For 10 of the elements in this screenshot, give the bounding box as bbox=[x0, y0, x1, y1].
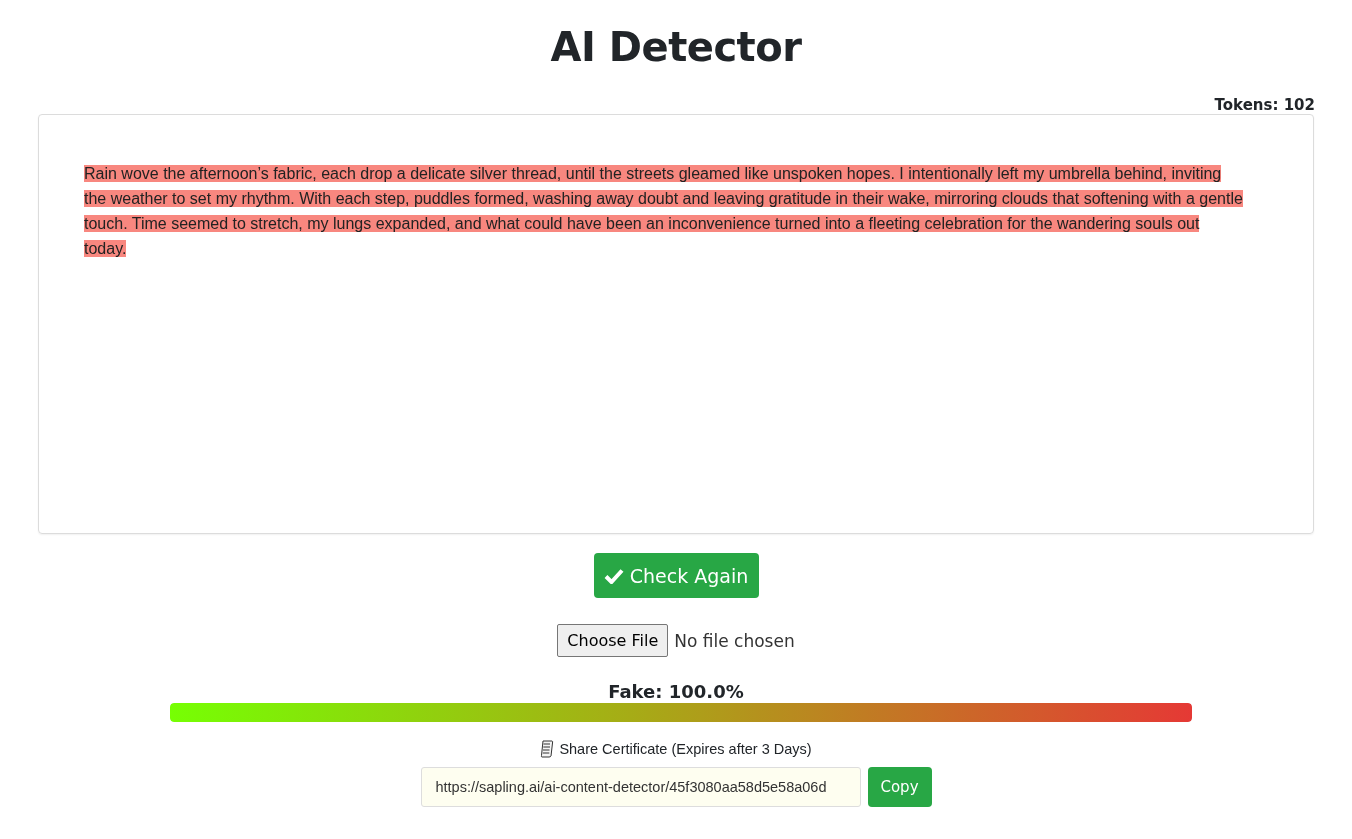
token-count: Tokens: 102 bbox=[1214, 96, 1315, 114]
url-field[interactable]: https://sapling.ai/ai-content-detector/45f3080aa58d5e58a06d bbox=[420, 767, 861, 807]
page-title: AI Detector bbox=[550, 23, 802, 72]
check-icon bbox=[603, 567, 624, 584]
choose-file-button[interactable]: Choose File bbox=[557, 624, 669, 657]
text-area[interactable] bbox=[38, 114, 1314, 534]
score-label: Fake: 100.0% bbox=[608, 681, 744, 703]
scroll-icon bbox=[540, 740, 555, 758]
file-status: No file chosen bbox=[674, 630, 795, 651]
share-certificate-label: Share Certificate (Expires after 3 Days) bbox=[559, 741, 812, 757]
